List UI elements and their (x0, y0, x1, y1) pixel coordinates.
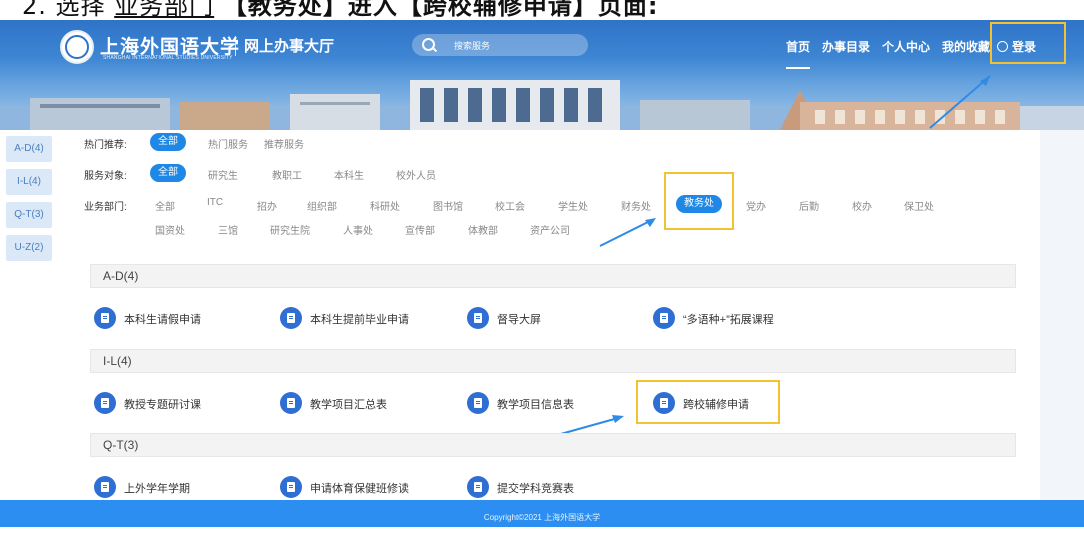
document-icon (280, 307, 302, 329)
document-icon (94, 307, 116, 329)
dept-option-asset-company[interactable]: 资产公司 (530, 222, 570, 237)
service-label: “多语种+”拓展课程 (683, 314, 774, 326)
audience-option-staff[interactable]: 教职工 (272, 167, 302, 182)
document-icon (280, 392, 302, 414)
dept-option-research[interactable]: 科研处 (370, 198, 400, 213)
document-icon (94, 476, 116, 498)
campus-skyline-image (0, 75, 1084, 130)
section-header-a-d: A-D(4) (90, 264, 1016, 288)
dept-option-grad-school[interactable]: 研究生院 (270, 222, 310, 237)
nav-home[interactable]: 首页 (786, 38, 811, 69)
instruction-step: 2. (22, 0, 47, 20)
document-icon (280, 476, 302, 498)
dept-option-assets[interactable]: 国资处 (155, 222, 185, 237)
dept-option-library[interactable]: 图书馆 (433, 198, 463, 213)
document-instruction: 2. 选择 业务部门 【教务处】进入【跨校辅修申请】页面: (0, 0, 1084, 20)
alpha-nav-a-d[interactable]: A-D(4) (6, 136, 52, 162)
audience-option-grad[interactable]: 研究生 (208, 167, 238, 182)
service-label: 本科生提前毕业申请 (310, 314, 409, 326)
dept-option-union[interactable]: 校工会 (495, 198, 525, 213)
dept-option-publicity[interactable]: 宣传部 (405, 222, 435, 237)
dept-option-party-office[interactable]: 党办 (746, 198, 766, 213)
service-label: 督导大屏 (497, 314, 541, 326)
document-icon (467, 476, 489, 498)
dept-option-finance[interactable]: 财务处 (621, 198, 651, 213)
service-label: 申请体育保健班修读 (310, 483, 409, 495)
arrow-to-dept-icon (599, 218, 656, 247)
service-label: 本科生请假申请 (124, 314, 201, 326)
service-label: 教学项目信息表 (497, 399, 574, 411)
dept-option-organization[interactable]: 组织部 (307, 198, 337, 213)
document-icon (467, 392, 489, 414)
section-title: I-L(4) (103, 354, 132, 368)
dept-option-student-affairs[interactable]: 学生处 (558, 198, 588, 213)
top-bar: 上海外国语大学 SHANGHAI INTERNATIONAL STUDIES U… (0, 20, 1084, 72)
dept-option-itc[interactable]: ITC (207, 197, 223, 208)
service-label: 教授专题研讨课 (124, 399, 201, 411)
search-icon[interactable] (422, 38, 435, 51)
brand-divider (235, 36, 236, 56)
login-highlight-box (990, 22, 1066, 64)
site-header: 上海外国语大学 SHANGHAI INTERNATIONAL STUDIES U… (0, 20, 1084, 130)
alpha-nav-q-t[interactable]: Q-T(3) (6, 202, 52, 228)
document-icon (94, 392, 116, 414)
service-label: 教学项目汇总表 (310, 399, 387, 411)
service-highlight-box (636, 380, 780, 424)
dept-option-three-halls[interactable]: 三馆 (218, 222, 238, 237)
alpha-nav-i-l[interactable]: I-L(4) (6, 169, 52, 195)
search-input[interactable] (452, 36, 586, 56)
search-box[interactable] (412, 34, 588, 56)
campus-banner (0, 72, 1084, 130)
nav-catalog[interactable]: 办事目录 (822, 38, 870, 55)
section-header-i-l: I-L(4) (90, 349, 1016, 373)
hot-option-recommend[interactable]: 推荐服务 (264, 136, 304, 151)
dept-label: 业务部门: (84, 202, 127, 213)
nav-favorites[interactable]: 我的收藏 (942, 38, 990, 55)
dept-option-security[interactable]: 保卫处 (904, 198, 934, 213)
dept-option-all[interactable]: 全部 (155, 198, 175, 213)
hot-all-pill[interactable]: 全部 (150, 133, 186, 151)
alpha-index-nav: A-D(4) I-L(4) Q-T(3) U-Z(2) (6, 130, 56, 261)
alpha-nav-u-z[interactable]: U-Z(2) (6, 235, 52, 261)
instruction-text: 【教务处】进入【跨校辅修申请】页面: (222, 0, 659, 20)
service-label: 提交学科竞赛表 (497, 483, 574, 495)
brand-subtitle: SHANGHAI INTERNATIONAL STUDIES UNIVERSIT… (103, 55, 233, 61)
dept-option-president-office[interactable]: 校办 (852, 198, 872, 213)
document-icon (467, 307, 489, 329)
audience-option-external[interactable]: 校外人员 (396, 167, 436, 182)
university-logo-icon[interactable] (60, 30, 94, 64)
audience-label: 服务对象: (84, 171, 127, 182)
section-title: A-D(4) (103, 269, 139, 283)
document-icon (653, 307, 675, 329)
instruction-prefix: 选择 (55, 0, 106, 20)
footer: Copyright©2021 上海外国语大学 (0, 500, 1084, 527)
dept-option-logistics[interactable]: 后勤 (799, 198, 819, 213)
service-label: 上外学年学期 (124, 483, 190, 495)
nav-personal-center[interactable]: 个人中心 (882, 38, 930, 55)
dept-option-admissions[interactable]: 招办 (257, 198, 277, 213)
section-title: Q-T(3) (103, 438, 139, 452)
copyright-text: Copyright©2021 上海外国语大学 (483, 513, 601, 522)
hot-option-hot[interactable]: 热门服务 (208, 136, 248, 151)
right-side-panel (1040, 130, 1084, 500)
dept-option-pe[interactable]: 体教部 (468, 222, 498, 237)
instruction-link: 业务部门 (114, 0, 215, 20)
site-title: 网上办事大厅 (244, 38, 335, 55)
audience-option-undergrad[interactable]: 本科生 (334, 167, 364, 182)
hot-label: 热门推荐: (84, 140, 127, 151)
section-header-q-t: Q-T(3) (90, 433, 1016, 457)
dept-option-hr[interactable]: 人事处 (343, 222, 373, 237)
dept-highlight-box (664, 172, 734, 230)
audience-all-pill[interactable]: 全部 (150, 164, 186, 182)
